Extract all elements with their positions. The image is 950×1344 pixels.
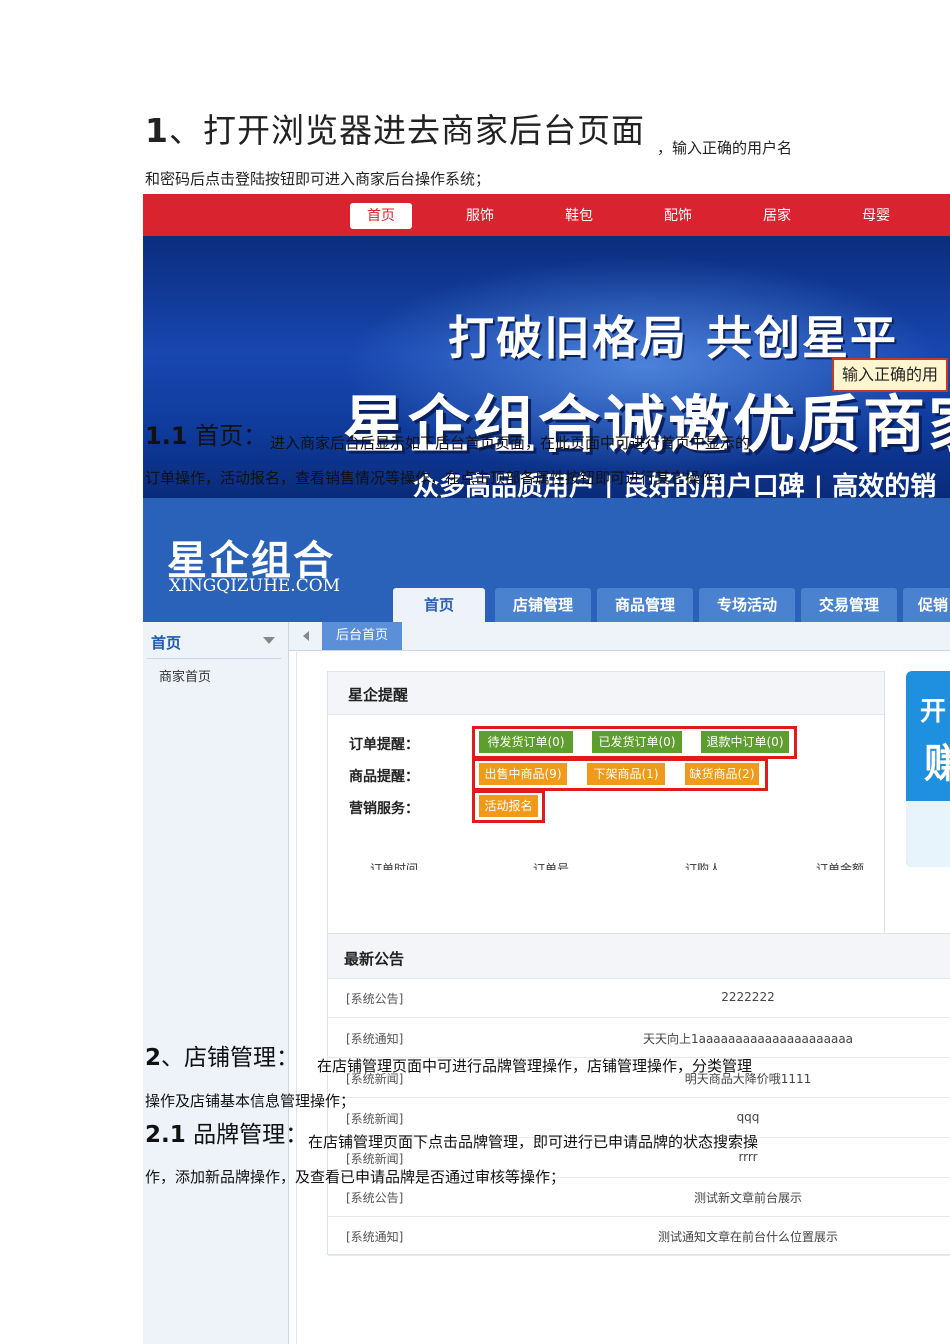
nav-item-apparel[interactable]: 服饰 [449,203,511,229]
tab-trade-management[interactable]: 交易管理 [801,588,897,622]
tab-shop-management[interactable]: 店铺管理 [495,588,591,622]
breadcrumb: 后台首页 [289,622,950,651]
table-header-order-no: 订单号 [533,862,570,870]
list-item[interactable]: [系统公告] 2222222 [328,978,950,1018]
table-header-buyer: 订购人 [685,862,722,870]
tab-promotion[interactable]: 促销 [903,588,950,622]
heading-line2: 和密码后点击登陆按钮即可进入商家后台操作系统； [145,170,491,188]
goods-reminder-highlight: 出售中商品(9) 下架商品(1) 缺货商品(2) [472,758,768,791]
shipped-orders-button[interactable]: 已发货订单(0) [592,731,682,753]
announcement-title[interactable]: 测试通知文章在前台什么位置展示 [528,1228,950,1245]
sidebar-item-merchant-home[interactable]: 商家首页 [159,666,211,685]
nav-item-accessories[interactable]: 配饰 [647,203,709,229]
nav-item-home-living[interactable]: 居家 [746,203,808,229]
promo-card-footer [906,801,950,867]
logo-domain: XINGQIZUHE.COM [169,576,341,596]
section-2-1-line1: 在店铺管理页面下点击品牌管理，即可进行已申请品牌的状态搜索操 [308,1133,759,1151]
order-reminder-label: 订单提醒： [349,737,419,753]
section-2-line1: 在店铺管理页面中可进行品牌管理操作，店铺管理操作，分类管理 [317,1057,753,1075]
section-title: 品牌管理： [193,1122,309,1148]
heading-tail: ，输入正确的用户名 [657,139,793,157]
breadcrumb-tab-admin-home[interactable]: 后台首页 [322,622,403,650]
chevron-left-icon[interactable] [303,631,309,641]
order-reminder-highlight: 待发货订单(0) 已发货订单(0) 退款中订单(0) [472,726,797,759]
list-item[interactable]: [系统通知] 天天向上1aaaaaaaaaaaaaaaaaaaaa [328,1018,950,1058]
announcement-category: [系统通知] [346,1032,404,1046]
announcement-title[interactable]: 测试新文章前台展示 [528,1189,950,1206]
event-signup-button[interactable]: 活动报名 [479,795,538,817]
announcements-header: 最新公告 [328,934,950,979]
announcement-category: [系统公告] [346,992,404,1006]
heading-step-1: 1、打开浏览器进去商家后台页面 [145,104,645,152]
callout-tooltip: 输入正确的用 [832,358,949,392]
tab-goods-management[interactable]: 商品管理 [597,588,693,622]
announcement-title[interactable]: rrrr [528,1150,950,1164]
chevron-down-icon[interactable] [263,637,275,644]
refund-orders-button[interactable]: 退款中订单(0) [701,731,789,753]
promo-banner[interactable]: 打破旧格局 共创星平 星企组合诚邀优质商家 众多高品质用户 | 良好的用户口碑 … [143,236,950,498]
section-title: 首页： [195,422,268,450]
promo-card-text: 开 [920,697,947,727]
pending-shipment-orders-button[interactable]: 待发货订单(0) [479,731,573,753]
table-header-amount: 订单金额 [816,862,865,870]
announcement-title[interactable]: 天天向上1aaaaaaaaaaaaaaaaaaaaa [528,1030,950,1047]
section-1-1-line1: 进入商家后台后显示如下后台首页页面，在此页面中可进行首页中显示的 [270,434,751,452]
goods-reminder-label: 商品提醒： [349,769,419,785]
table-header-order-time: 订单时间 [370,862,419,870]
sidebar-title[interactable]: 首页 [151,632,181,653]
nav-item-shoes-bags[interactable]: 鞋包 [548,203,610,229]
marketing-service-label: 营销服务： [349,801,419,817]
delisted-goods-button[interactable]: 下架商品(1) [587,763,665,785]
section-number: 2 [145,1045,162,1071]
sidebar: 首页 商家首页 [143,622,289,1344]
reminder-title: 星企提醒 [348,686,409,704]
admin-header: 星企组合 XINGQIZUHE.COM 首页 店铺管理 商品管理 专场活动 交易… [143,498,950,622]
out-of-stock-goods-button[interactable]: 缺货商品(2) [685,763,759,785]
banner-headline: 打破旧格局 共创星平 [448,311,899,365]
on-sale-goods-button[interactable]: 出售中商品(9) [479,763,567,785]
announcement-category: [系统通知] [346,1230,404,1244]
promo-side-card[interactable]: 开 赚 [906,671,950,867]
marketing-highlight: 活动报名 [472,790,545,823]
announcement-category: [系统新闻] [346,1112,404,1126]
section-2-line2: 操作及店铺基本信息管理操作； [145,1092,356,1110]
announcements-panel: 最新公告 [系统公告] 2222222 [系统通知] 天天向上1aaaaaaaa… [327,933,950,1256]
nav-item-baby[interactable]: 母婴 [845,203,907,229]
heading-text: 、打开浏览器进去商家后台页面 [168,111,645,150]
tab-home[interactable]: 首页 [393,588,485,622]
announcement-title[interactable]: 2222222 [528,990,950,1004]
heading-section-1-1: 1.1 首页： [145,416,267,451]
nav-item-home[interactable]: 首页 [350,203,412,229]
announcements-title: 最新公告 [344,950,405,968]
promo-card-text-large: 赚 [924,741,950,787]
sidebar-divider [147,658,281,659]
reminder-panel-header: 星企提醒 [328,672,884,715]
heading-section-2: 2、店铺管理： [145,1038,299,1072]
heading-number: 1 [145,111,169,150]
section-number: 1.1 [145,422,188,450]
list-item[interactable]: [系统通知] 测试通知文章在前台什么位置展示 [328,1216,950,1256]
section-title: 、店铺管理： [161,1045,300,1071]
heading-section-2-1: 2.1 品牌管理： [145,1115,308,1149]
tab-special-events[interactable]: 专场活动 [699,588,795,622]
section-2-1-line2: 作，添加新品牌操作，及查看已申请品牌是否通过审核等操作； [145,1168,566,1186]
announcement-title[interactable]: qqq [528,1110,950,1124]
storefront-nav: 首页 服饰 鞋包 配饰 居家 母婴 [143,194,950,236]
announcement-category: [系统公告] [346,1191,404,1205]
section-number: 2.1 [145,1122,186,1148]
announcement-category: [系统新闻] [346,1152,404,1166]
section-1-1-line2: 订单操作，活动报名，查看销售情况等操作，在点击顶部各属性按钮即可进行其它操作； [145,469,731,487]
